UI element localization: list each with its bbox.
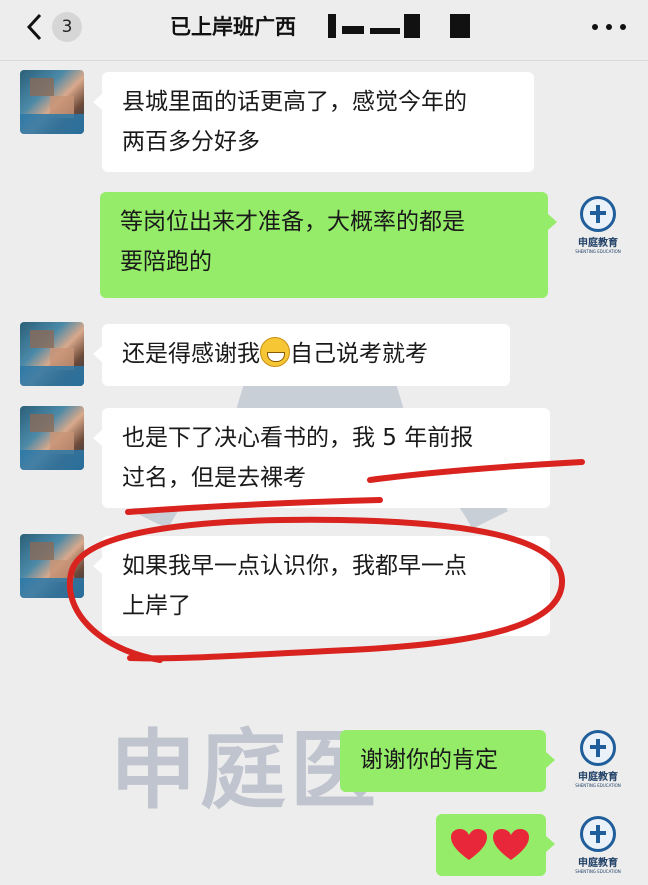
message-text: 自己说考就考 xyxy=(290,341,428,367)
brand-avatar[interactable]: 申庭教育 SHENTING EDUCATION xyxy=(570,196,626,256)
redaction-mark xyxy=(450,14,470,38)
brand-avatar[interactable]: 申庭教育 SHENTING EDUCATION xyxy=(570,730,626,790)
brand-name: 申庭教育 xyxy=(578,238,618,249)
grinning-face-emoji-icon xyxy=(260,337,290,367)
message-text: 也是下了决心看书的，我 5 年前报 xyxy=(122,425,474,451)
brand-logo-icon xyxy=(580,196,616,232)
message-bubble[interactable]: 也是下了决心看书的，我 5 年前报 过名，但是去裸考 xyxy=(93,408,550,508)
chat-header: 3 已上岸班广西 xyxy=(0,0,648,61)
chat-title: 已上岸班广西 xyxy=(170,15,296,39)
back-arrow-icon[interactable] xyxy=(22,12,46,42)
brand-subtitle: SHENTING EDUCATION xyxy=(575,249,621,254)
two-red-hearts-icon xyxy=(451,829,529,860)
message-text: 县城里面的话更高了，感觉今年的 xyxy=(122,89,467,115)
brand-subtitle: SHENTING EDUCATION xyxy=(575,783,621,788)
brand-subtitle: SHENTING EDUCATION xyxy=(575,869,621,874)
message-text: 两百多分好多 xyxy=(122,129,260,155)
message-text: 要陪跑的 xyxy=(120,249,212,275)
message-bubble[interactable]: 县城里面的话更高了，感觉今年的 两百多分好多 xyxy=(93,72,534,172)
more-options-icon[interactable] xyxy=(592,14,626,40)
brand-name: 申庭教育 xyxy=(578,772,618,783)
message-text: 还是得感谢我 xyxy=(122,341,260,367)
contact-avatar[interactable] xyxy=(20,70,84,134)
message-bubble[interactable]: 等岗位出来才准备，大概率的都是 要陪跑的 xyxy=(100,192,557,298)
message-text: 上岸了 xyxy=(122,593,191,619)
message-text: 如果我早一点认识你，我都早一点 xyxy=(122,553,467,579)
redaction-mark xyxy=(404,14,420,38)
message-bubble[interactable]: 如果我早一点认识你，我都早一点 上岸了 xyxy=(93,536,550,636)
brand-name: 申庭教育 xyxy=(578,858,618,869)
contact-avatar[interactable] xyxy=(20,406,84,470)
message-bubble[interactable]: 还是得感谢我 自己说考就考 xyxy=(93,324,510,386)
contact-avatar[interactable] xyxy=(20,534,84,598)
redaction-mark xyxy=(342,26,364,34)
message-bubble[interactable] xyxy=(436,814,555,876)
message-text: 等岗位出来才准备，大概率的都是 xyxy=(120,209,465,235)
redaction-mark xyxy=(328,14,336,38)
unread-count-badge[interactable]: 3 xyxy=(52,12,82,42)
brand-avatar[interactable]: 申庭教育 SHENTING EDUCATION xyxy=(570,816,626,876)
message-text: 谢谢你的肯定 xyxy=(360,747,498,773)
brand-logo-icon xyxy=(580,816,616,852)
redaction-mark xyxy=(370,28,400,34)
contact-avatar[interactable] xyxy=(20,322,84,386)
message-bubble[interactable]: 谢谢你的肯定 xyxy=(340,730,555,792)
message-text: 过名，但是去裸考 xyxy=(122,465,306,491)
brand-logo-icon xyxy=(580,730,616,766)
